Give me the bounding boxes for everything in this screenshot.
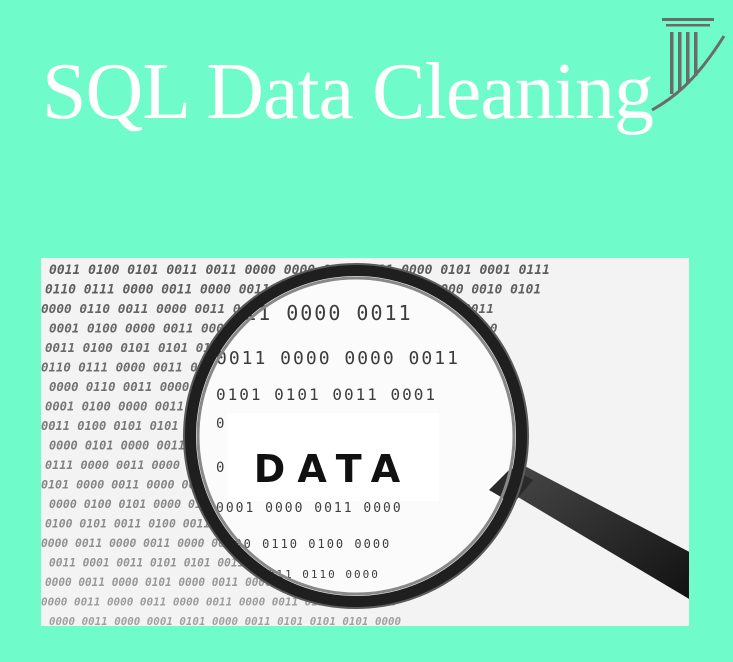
binary-row: 0000 0011 0000 0001 0101 0000 0011 0101 … xyxy=(49,615,402,626)
magnified-binary-row: 0001 0000 0011 0000 xyxy=(216,501,403,516)
page-title: SQL Data Cleaning xyxy=(42,48,654,136)
magnified-binary-row: 0011 0000 0000 0011 xyxy=(216,348,460,369)
magnifier-data-photo: 0011 0100 0101 0011 0011 0000 0000 0101 … xyxy=(41,258,689,626)
data-label: DATA xyxy=(254,447,412,491)
column-pillar-icon xyxy=(650,14,726,118)
magnified-binary-row: 0101 0101 0011 0001 xyxy=(216,385,437,404)
